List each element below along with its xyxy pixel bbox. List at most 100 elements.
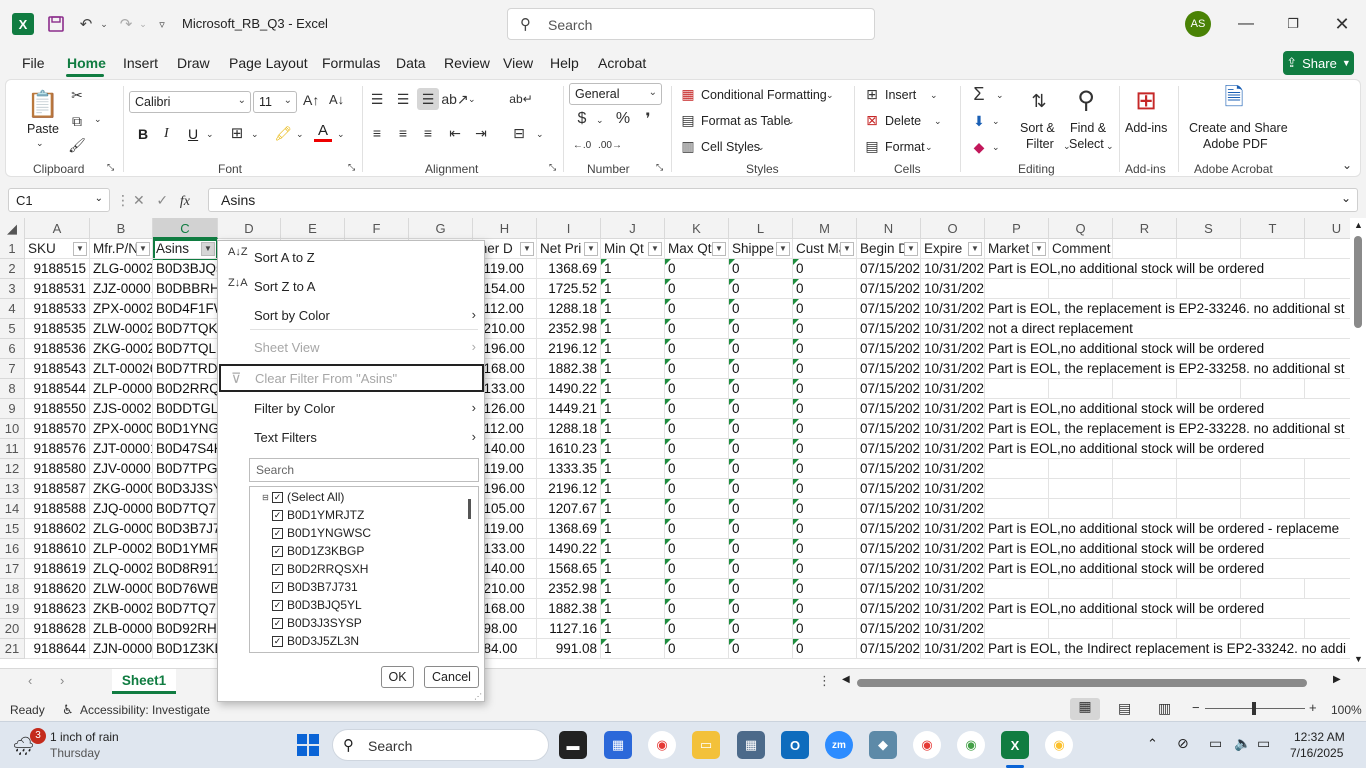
delete-cells-button[interactable]: Delete xyxy=(885,114,921,128)
tab-draw[interactable]: Draw xyxy=(177,55,210,71)
cell-m[interactable]: 0 xyxy=(793,419,857,439)
header-cell-i[interactable]: Net Pri ▼ xyxy=(537,239,601,259)
cell-b[interactable]: ZJT-00001 xyxy=(90,439,153,459)
cell-n[interactable]: 07/15/202 xyxy=(857,499,921,519)
row-header[interactable]: 12 xyxy=(0,459,25,479)
column-header-n[interactable]: N xyxy=(857,218,921,239)
copy-dropdown-icon[interactable]: ⌄ xyxy=(94,114,102,125)
cell-empty[interactable] xyxy=(1049,579,1113,599)
next-sheet-icon[interactable]: › xyxy=(60,673,64,688)
filter-value-label[interactable]: B0D3B7J731 xyxy=(287,580,358,594)
cell-b[interactable]: ZKG-00001 xyxy=(90,479,153,499)
cell-o[interactable]: 10/31/202 xyxy=(921,339,985,359)
cell-empty[interactable] xyxy=(1241,279,1305,299)
cell-b[interactable]: ZJQ-00001 xyxy=(90,499,153,519)
network-icon[interactable]: ⊘ xyxy=(1177,735,1189,752)
cell-empty[interactable] xyxy=(1177,579,1241,599)
cell-b[interactable]: ZJV-00001 xyxy=(90,459,153,479)
alignment-launcher-icon[interactable]: ⤡ xyxy=(549,162,556,173)
zoom-level[interactable]: 100% xyxy=(1331,703,1362,717)
clock-time[interactable]: 12:32 AM xyxy=(1294,730,1345,744)
copy-icon[interactable]: ⧉ xyxy=(68,112,86,130)
find-select-icon[interactable]: ⚲ xyxy=(1070,84,1102,116)
cell-c[interactable]: B0D7TQKZ xyxy=(153,319,218,339)
format-painter-icon[interactable]: 🖌 xyxy=(68,136,86,154)
filter-checkbox[interactable]: ✓ xyxy=(272,528,283,539)
cell-j[interactable]: 1 xyxy=(601,479,665,499)
name-box[interactable]: C1 ⌄ xyxy=(8,188,110,212)
cell-empty[interactable] xyxy=(1113,479,1177,499)
cancel-entry-icon[interactable]: ✕ xyxy=(133,192,145,208)
cell-m[interactable]: 0 xyxy=(793,399,857,419)
header-cell-k[interactable]: Max Qt ▼ xyxy=(665,239,729,259)
insert-cells-button[interactable]: Insert xyxy=(885,88,916,102)
column-header-d[interactable]: D xyxy=(218,218,281,239)
normal-view-icon[interactable]: ▦ xyxy=(1070,698,1100,720)
filter-checkbox[interactable]: ✓ xyxy=(272,564,283,575)
cell-m[interactable]: 0 xyxy=(793,279,857,299)
cell-comment[interactable]: Part is EOL,no additional stock will be … xyxy=(985,599,1350,619)
filter-value-label[interactable]: (Select All) xyxy=(287,490,344,504)
cell-j[interactable]: 1 xyxy=(601,299,665,319)
column-header-c[interactable]: C xyxy=(153,218,218,239)
merge-center-icon[interactable]: ⊟ xyxy=(509,124,529,142)
cell-c[interactable]: B0D47S4K xyxy=(153,439,218,459)
cell-c[interactable]: B0D1Z3KB xyxy=(153,639,218,659)
filter-dropdown-icon[interactable]: ▼ xyxy=(520,242,534,256)
row-header[interactable]: 15 xyxy=(0,519,25,539)
cell-styles-button[interactable]: Cell Styles xyxy=(701,140,760,154)
cell-k[interactable]: 0 xyxy=(665,439,729,459)
worksheet-grid[interactable]: ◢ ABCDEFGHIJKLMNOPQRSTU 1 SKU ▼ Mfr.P/N ▼ Asi… xyxy=(0,218,1350,668)
chevron-down-icon[interactable]: ⌄ xyxy=(930,90,938,101)
conditional-formatting-icon[interactable]: ▦ xyxy=(680,86,696,102)
chevron-down-icon[interactable]: ⌄ xyxy=(925,142,933,153)
cell-comment[interactable]: Part is EOL, the replacement is EP2-3325… xyxy=(985,359,1350,379)
cell-o[interactable]: 10/31/202 xyxy=(921,419,985,439)
cell-l[interactable]: 0 xyxy=(729,419,793,439)
cell-o[interactable]: 10/31/202 xyxy=(921,379,985,399)
cell-n[interactable]: 07/15/202 xyxy=(857,419,921,439)
accessibility-icon[interactable]: ♿ xyxy=(62,702,74,718)
cell-j[interactable]: 1 xyxy=(601,419,665,439)
row-header[interactable]: 19 xyxy=(0,599,25,619)
cell-k[interactable]: 0 xyxy=(665,619,729,639)
tab-insert[interactable]: Insert xyxy=(123,55,158,71)
cell-comment[interactable]: Part is EOL, the replacement is EP2-3322… xyxy=(985,419,1350,439)
weather-text[interactable]: 1 inch of rain xyxy=(50,730,119,744)
cell-n[interactable]: 07/15/202 xyxy=(857,539,921,559)
row-header[interactable]: 10 xyxy=(0,419,25,439)
align-right-icon[interactable]: ≡ xyxy=(419,124,437,142)
cell-o[interactable]: 10/31/202 xyxy=(921,459,985,479)
chrome-profile-3-icon[interactable]: ◉ xyxy=(1045,731,1073,759)
cell-empty[interactable] xyxy=(1241,479,1305,499)
cell-l[interactable]: 0 xyxy=(729,579,793,599)
fill-color-icon[interactable]: 🖍 xyxy=(274,124,292,142)
cell-o[interactable]: 10/31/202 xyxy=(921,359,985,379)
cell-c[interactable]: B0D3B7J73 xyxy=(153,519,218,539)
cell-empty[interactable] xyxy=(1241,499,1305,519)
cell-j[interactable]: 1 xyxy=(601,379,665,399)
cell-n[interactable]: 07/15/202 xyxy=(857,479,921,499)
format-cells-icon[interactable]: ▤ xyxy=(864,138,880,154)
cell-c[interactable]: B0D4F1FW xyxy=(153,299,218,319)
cell-o[interactable]: 10/31/202 xyxy=(921,299,985,319)
cell-empty[interactable] xyxy=(1113,579,1177,599)
borders-icon[interactable]: ⊞ xyxy=(228,124,246,142)
cell-m[interactable]: 0 xyxy=(793,519,857,539)
cell-l[interactable]: 0 xyxy=(729,379,793,399)
orientation-dropdown-icon[interactable]: ⌄ xyxy=(468,94,476,105)
cell-a[interactable]: 9188533 xyxy=(25,299,90,319)
cell-m[interactable]: 0 xyxy=(793,639,857,659)
cell-i[interactable]: 2352.98 xyxy=(537,319,601,339)
cell-o[interactable]: 10/31/202 xyxy=(921,639,985,659)
sort-filter-label-1[interactable]: Sort & xyxy=(1020,121,1055,135)
cell-j[interactable]: 1 xyxy=(601,499,665,519)
row-header[interactable]: 18 xyxy=(0,579,25,599)
cell-l[interactable]: 0 xyxy=(729,279,793,299)
cell-j[interactable]: 1 xyxy=(601,519,665,539)
cell-empty[interactable] xyxy=(1113,459,1177,479)
filter-checkbox[interactable]: ✓ xyxy=(272,546,283,557)
cell-a[interactable]: 9188535 xyxy=(25,319,90,339)
column-header-b[interactable]: B xyxy=(90,218,153,239)
cell-a[interactable]: 9188619 xyxy=(25,559,90,579)
